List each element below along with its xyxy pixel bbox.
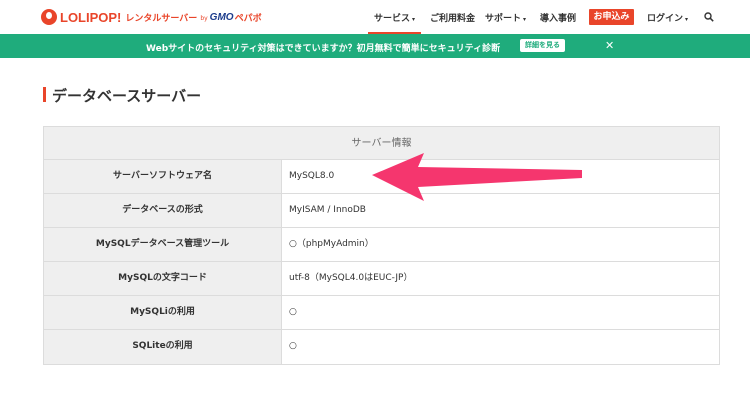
row-label: MySQLデータベース管理ツール — [44, 228, 282, 261]
row-label: SQLiteの利用 — [44, 330, 282, 364]
row-value: ○ — [282, 296, 719, 329]
chevron-down-icon: ▾ — [685, 16, 689, 23]
nav-login[interactable]: ログイン ▾ — [647, 11, 688, 24]
row-value: ○（phpMyAdmin） — [282, 228, 719, 261]
nav-services[interactable]: サービス ▾ — [367, 11, 422, 34]
nav-case-studies[interactable]: 導入事例 — [540, 11, 576, 24]
row-label: MySQLの文字コード — [44, 262, 282, 295]
pink-arrow-annotation — [372, 153, 582, 201]
table-row: SQLiteの利用 ○ — [44, 330, 719, 364]
pepabo-logo: ペパボ — [234, 13, 262, 24]
table-row: MySQLiの利用 ○ — [44, 296, 719, 330]
table-row: MySQLの文字コード utf-8（MySQL4.0はEUC-JP） — [44, 262, 719, 296]
close-icon[interactable]: ✕ — [605, 39, 614, 52]
site-logo[interactable]: LOLIPOP! レンタルサーバー by GMO ペパボ — [41, 8, 262, 26]
notice-text: Webサイトのセキュリティ対策はできていますか？初月無料で簡単にセキュリティ診断 — [146, 44, 501, 54]
nav-pricing[interactable]: ご利用料金 — [430, 11, 475, 24]
notice-detail-button[interactable]: 詳細を見る — [520, 39, 565, 52]
row-value: ○ — [282, 330, 719, 364]
row-label: サーバーソフトウェア名 — [44, 160, 282, 193]
page-title: データベースサーバー — [52, 87, 202, 105]
nav-support[interactable]: サポート ▾ — [485, 11, 526, 24]
apply-button[interactable]: お申込み — [589, 9, 634, 25]
site-header: LOLIPOP! レンタルサーバー by GMO ペパボ サービス ▾ ご利用料金… — [0, 0, 750, 34]
search-icon[interactable] — [704, 12, 714, 22]
arrow-shape — [372, 153, 582, 201]
gmo-logo: GMO — [209, 11, 234, 23]
row-label: MySQLiの利用 — [44, 296, 282, 329]
row-label: データベースの形式 — [44, 194, 282, 227]
logo-by: by — [200, 14, 208, 22]
chevron-down-icon: ▾ — [523, 16, 527, 23]
lolipop-logo-icon — [41, 9, 57, 25]
table-row: MySQLデータベース管理ツール ○（phpMyAdmin） — [44, 228, 719, 262]
row-value: utf-8（MySQL4.0はEUC-JP） — [282, 262, 719, 295]
chevron-down-icon: ▾ — [412, 16, 416, 23]
security-notice-banner: Webサイトのセキュリティ対策はできていますか？初月無料で簡単にセキュリティ診断… — [0, 34, 750, 58]
logo-text: LOLIPOP! — [60, 9, 122, 25]
title-accent-bar — [43, 87, 46, 102]
logo-subtitle: レンタルサーバー — [125, 13, 198, 24]
